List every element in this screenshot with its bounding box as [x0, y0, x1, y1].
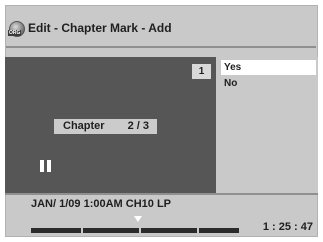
- menu-item-no[interactable]: No: [221, 76, 316, 91]
- confirm-menu: Yes No: [218, 57, 318, 193]
- title-bar: ORG Edit - Chapter Mark - Add: [6, 8, 316, 48]
- elapsed-time: 1 : 25 : 47: [262, 221, 313, 233]
- timeline-segment: [31, 228, 81, 233]
- chapter-value: 2 / 3: [127, 120, 149, 132]
- position-marker-icon: [134, 216, 142, 222]
- chapter-indicator: Chapter 2 / 3: [54, 119, 157, 134]
- recording-info: JAN/ 1/09 1:00AM CH10 LP: [31, 198, 171, 210]
- icon-label: ORG: [8, 30, 22, 36]
- screen-title: Edit - Chapter Mark - Add: [28, 21, 172, 35]
- pause-icon: [40, 160, 52, 172]
- timeline-segment: [141, 228, 197, 233]
- chapter-counter: 1: [192, 64, 211, 79]
- original-disc-icon: ORG: [8, 21, 25, 37]
- chapter-label: Chapter: [63, 120, 105, 132]
- menu-item-yes[interactable]: Yes: [221, 60, 316, 75]
- timeline-segment: [83, 228, 139, 233]
- timeline-segment: [199, 228, 239, 233]
